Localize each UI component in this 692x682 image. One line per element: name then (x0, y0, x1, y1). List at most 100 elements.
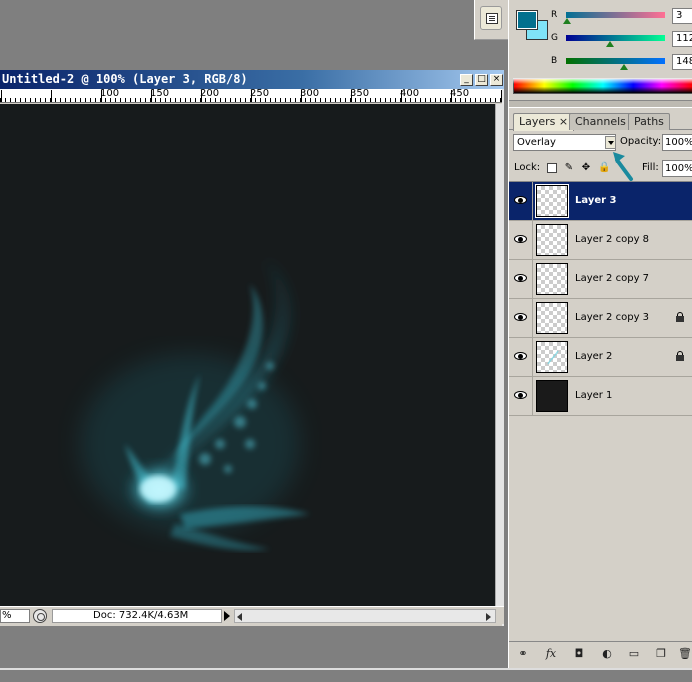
lock-transparency-icon[interactable] (547, 163, 557, 173)
ruler-label: 200 (200, 89, 220, 99)
layer-row[interactable]: Layer 2 (509, 338, 692, 377)
document-icon (486, 13, 498, 24)
channel-value-b[interactable]: 148 (672, 54, 692, 70)
eye-icon (514, 196, 527, 204)
group-folder-icon[interactable]: ▭ (626, 647, 642, 661)
slider-b-thumb[interactable] (620, 64, 628, 70)
document-window: Untitled-2 @ 100% (Layer 3, RGB/8) _ □ ×… (0, 70, 504, 626)
layer-row[interactable]: Layer 1 (509, 377, 692, 416)
layer-thumbnail (536, 380, 568, 412)
tab-paths-label: Paths (634, 115, 664, 128)
document-title: Untitled-2 @ 100% (Layer 3, RGB/8) (2, 72, 248, 86)
image-canvas[interactable] (0, 104, 495, 606)
blend-mode-select[interactable]: Overlay (513, 134, 616, 151)
layer-row[interactable]: Layer 2 copy 8 (509, 221, 692, 260)
slider-r-thumb[interactable] (563, 18, 571, 24)
slider-r[interactable] (566, 12, 665, 18)
right-panel: R 3 G 112 B 148 Layers × Channels Paths … (508, 0, 692, 682)
vertical-scrollbar[interactable] (495, 104, 504, 606)
channel-label-r: R (551, 10, 558, 20)
trash-icon[interactable]: 🗑 (677, 647, 692, 661)
maximize-button[interactable]: □ (475, 74, 488, 86)
lock-label: Lock: (514, 162, 541, 173)
scroll-right-icon[interactable] (486, 613, 491, 621)
layer-name: Layer 3 (575, 195, 617, 206)
new-layer-icon[interactable]: ❐ (653, 647, 669, 661)
tab-channels-label: Channels (575, 115, 626, 128)
glow-artwork (80, 259, 310, 551)
horizontal-scrollbar[interactable] (234, 609, 496, 623)
channel-label-g: G (551, 33, 558, 43)
blend-mode-value: Overlay (517, 137, 556, 148)
eye-icon (514, 352, 527, 360)
layer-row[interactable]: Layer 3 (509, 182, 692, 221)
visibility-toggle[interactable] (509, 338, 533, 376)
ruler-label: 150 (150, 89, 170, 99)
layer-thumbnail (536, 302, 568, 334)
lock-all-icon[interactable]: 🔒 (598, 163, 610, 173)
ruler-label: 400 (400, 89, 420, 99)
layer-name: Layer 1 (575, 390, 613, 401)
lock-icon (675, 312, 685, 323)
lock-move-icon[interactable]: ✥ (581, 163, 591, 173)
visibility-toggle[interactable] (509, 182, 533, 220)
ruler-label: 250 (250, 89, 270, 99)
fill-label: Fill: (642, 162, 659, 173)
opacity-field[interactable]: 100% (662, 134, 692, 151)
channel-value-r[interactable]: 3 (672, 8, 692, 24)
channel-value-g[interactable]: 112 (672, 31, 692, 47)
layer-name: Layer 2 copy 8 (575, 234, 650, 245)
slider-b[interactable] (566, 58, 665, 64)
status-info-icon[interactable] (33, 609, 47, 623)
tab-layers-label: Layers (519, 115, 556, 128)
fx-icon[interactable]: fx (543, 647, 559, 661)
tab-layers[interactable]: Layers × (513, 113, 575, 131)
eye-icon (514, 313, 527, 321)
layer-thumbnail (536, 341, 568, 373)
layer-thumbnail (535, 184, 569, 218)
ruler-label: 450 (450, 89, 470, 99)
slider-g-thumb[interactable] (606, 41, 614, 47)
channel-label-b: B (551, 56, 558, 66)
spectrum-highlight (513, 78, 692, 84)
zoom-field[interactable]: % (0, 609, 30, 623)
ruler-label: 300 (300, 89, 320, 99)
minimize-button[interactable]: _ (460, 74, 473, 86)
status-menu-arrow-icon[interactable] (224, 611, 230, 621)
tab-close-icon[interactable]: × (559, 115, 568, 128)
layer-thumbnail (536, 263, 568, 295)
mask-icon[interactable]: ◘ (571, 647, 587, 661)
visibility-toggle[interactable] (509, 260, 533, 298)
doc-size-info: Doc: 732.4K/4.63M (52, 609, 222, 623)
link-icon[interactable]: ⚭ (515, 647, 531, 661)
visibility-toggle[interactable] (509, 299, 533, 337)
horizontal-ruler[interactable]: 100 150 200 250 300 350 400 450 (0, 89, 502, 103)
lock-icon (675, 351, 685, 362)
document-titlebar[interactable]: Untitled-2 @ 100% (Layer 3, RGB/8) _ □ × (0, 70, 504, 89)
panel-menu-button[interactable] (480, 6, 502, 30)
eye-icon (514, 235, 527, 243)
slider-g[interactable] (566, 35, 665, 41)
scroll-left-icon[interactable] (237, 613, 242, 621)
layers-tabs: Layers × Channels Paths (509, 110, 692, 131)
close-button[interactable]: × (490, 74, 503, 86)
visibility-toggle[interactable] (509, 377, 533, 415)
eye-icon (514, 391, 527, 399)
layer-thumbnail (536, 224, 568, 256)
layer-row[interactable]: Layer 2 copy 7 (509, 260, 692, 299)
ruler-label: 350 (350, 89, 370, 99)
tab-channels[interactable]: Channels (569, 113, 632, 130)
visibility-toggle[interactable] (509, 221, 533, 259)
foreground-color-swatch[interactable] (516, 10, 538, 30)
layer-row[interactable]: Layer 2 copy 3 (509, 299, 692, 338)
layer-thumb-glow (547, 350, 559, 365)
fill-field[interactable]: 100% (662, 160, 692, 177)
status-bar: % Doc: 732.4K/4.63M (0, 606, 504, 624)
footer-strip (0, 668, 692, 682)
lock-brush-icon[interactable]: ✎ (564, 163, 574, 173)
adjustment-icon[interactable]: ◐ (599, 647, 615, 661)
layer-name: Layer 2 copy 3 (575, 312, 650, 323)
tab-paths[interactable]: Paths (628, 113, 670, 130)
ruler-label: 100 (100, 89, 120, 99)
eye-icon (514, 274, 527, 282)
